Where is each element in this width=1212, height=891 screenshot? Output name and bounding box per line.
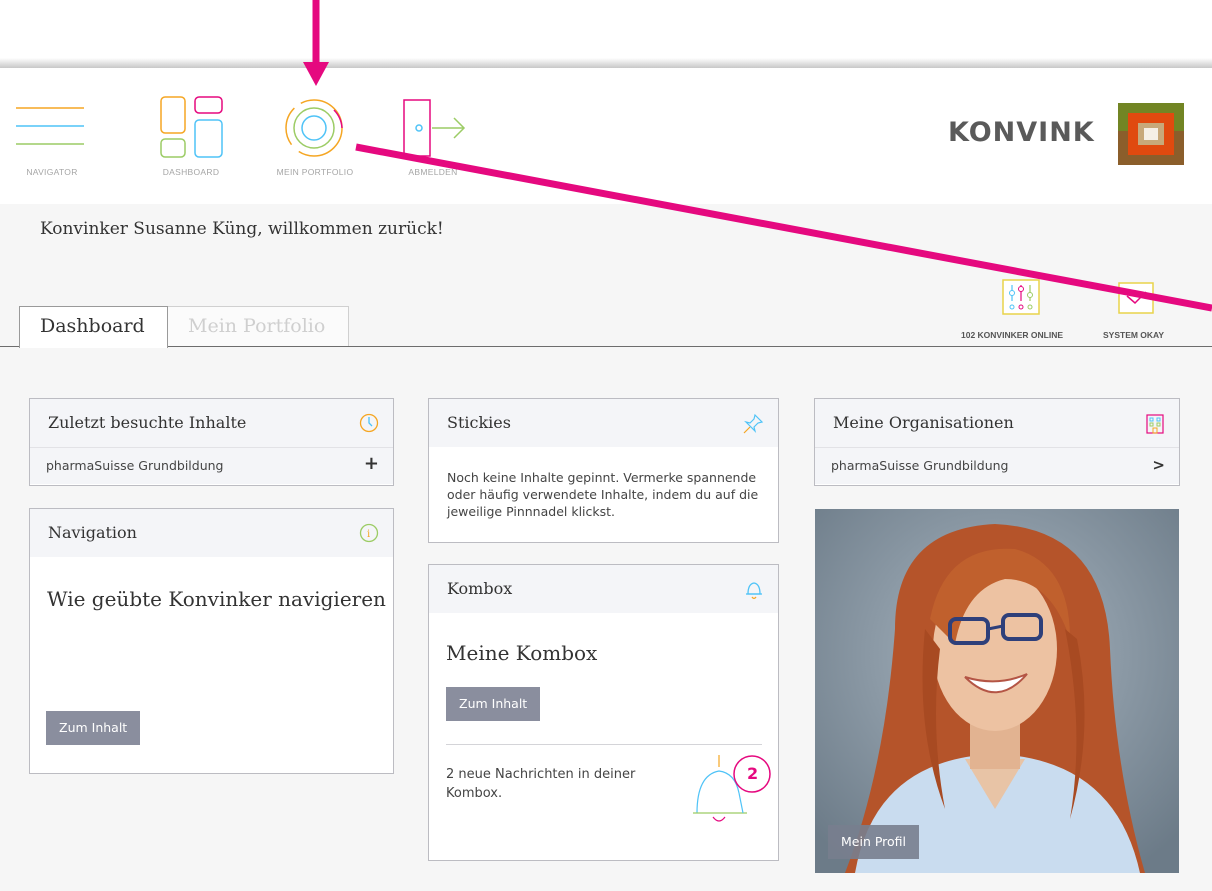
recent-item-row[interactable]: pharmaSuisse Grundbildung + xyxy=(30,447,393,484)
recent-card-header: Zuletzt besuchte Inhalte xyxy=(30,399,393,447)
brand-logo-icon xyxy=(1118,103,1184,165)
kombox-heading: Meine Kombox xyxy=(446,641,598,665)
online-count-status: 102 KONVINKER ONLINE xyxy=(961,330,1064,340)
navigator-button[interactable] xyxy=(16,104,86,158)
tab-portfolio[interactable]: Mein Portfolio xyxy=(167,306,349,346)
dashboard-button[interactable] xyxy=(160,96,224,164)
organisations-card-title: Meine Organisationen xyxy=(833,413,1014,432)
clock-icon xyxy=(359,413,379,433)
add-icon[interactable]: + xyxy=(364,453,379,474)
organisation-item-row[interactable]: pharmaSuisse Grundbildung > xyxy=(815,447,1179,484)
organisations-card: Meine Organisationen pharmaSuisse Grundb… xyxy=(814,398,1180,486)
portfolio-label[interactable]: MEIN PORTFOLIO xyxy=(260,167,370,177)
kombox-divider xyxy=(446,744,762,745)
logout-icon xyxy=(403,99,466,157)
stickies-card-title: Stickies xyxy=(447,413,511,432)
kombox-card: Kombox Meine Kombox Zum Inhalt 2 neue Na… xyxy=(428,564,779,861)
recent-item-label: pharmaSuisse Grundbildung xyxy=(46,458,224,473)
portfolio-button[interactable] xyxy=(284,98,348,166)
pin-icon xyxy=(743,413,764,434)
info-icon: i xyxy=(359,523,379,543)
stickies-card-header: Stickies xyxy=(429,399,778,447)
profile-button[interactable]: Mein Profil xyxy=(828,825,920,859)
welcome-message: Konvinker Susanne Küng, willkommen zurüc… xyxy=(40,219,444,239)
portfolio-icon xyxy=(285,99,343,157)
kombox-card-title: Kombox xyxy=(447,579,513,598)
tab-dashboard[interactable]: Dashboard xyxy=(19,306,168,348)
kombox-badge-count: 2 xyxy=(747,764,759,783)
navigation-heading: Wie geübte Konvinker navigieren xyxy=(47,587,386,611)
bell-icon xyxy=(746,582,762,600)
stickies-card: Stickies Noch keine Inhalte gepinnt. Ver… xyxy=(428,398,779,543)
organisation-item-label: pharmaSuisse Grundbildung xyxy=(831,458,1009,473)
system-status: SYSTEM OKAY xyxy=(1103,330,1165,340)
kombox-content-button[interactable]: Zum Inhalt xyxy=(446,687,541,721)
stickies-empty-text: Noch keine Inhalte gepinnt. Vermerke spa… xyxy=(447,470,759,519)
logout-button[interactable] xyxy=(402,98,468,162)
dashboard-icon xyxy=(160,96,223,158)
profile-portrait-image xyxy=(815,509,1179,873)
tab-divider xyxy=(0,346,1212,347)
navigation-content-button[interactable]: Zum Inhalt xyxy=(46,711,141,745)
dashboard-label[interactable]: DASHBOARD xyxy=(136,167,246,177)
brand-logo-text: KONVINK xyxy=(948,117,1095,148)
logout-label[interactable]: ABMELDEN xyxy=(378,167,488,177)
kombox-card-header: Kombox xyxy=(429,565,778,613)
navigation-card-title: Navigation xyxy=(48,523,137,542)
navigation-card-header: Navigation i xyxy=(30,509,393,557)
menu-icon xyxy=(16,107,84,145)
recent-content-card: Zuletzt besuchte Inhalte pharmaSuisse Gr… xyxy=(29,398,394,486)
navigation-card: Navigation i Wie geübte Konvinker navigi… xyxy=(29,508,394,774)
sliders-icon xyxy=(1002,279,1040,315)
bell-notification-icon xyxy=(693,755,771,822)
chevron-right-icon[interactable]: > xyxy=(1152,456,1165,474)
svg-text:i: i xyxy=(367,529,370,540)
organisations-card-header: Meine Organisationen xyxy=(815,399,1179,447)
recent-card-title: Zuletzt besuchte Inhalte xyxy=(48,413,247,432)
tab-portfolio-label: Mein Portfolio xyxy=(188,315,326,337)
system-check-icon xyxy=(1118,282,1154,314)
tab-dashboard-label: Dashboard xyxy=(40,315,145,337)
profile-photo[interactable]: Mein Profil xyxy=(815,509,1179,873)
building-icon xyxy=(1146,414,1164,434)
navigator-label[interactable]: NAVIGATOR xyxy=(0,167,107,177)
top-margin xyxy=(0,0,1212,62)
kombox-messages-text: 2 neue Nachrichten in deiner Kombox. xyxy=(446,767,636,801)
